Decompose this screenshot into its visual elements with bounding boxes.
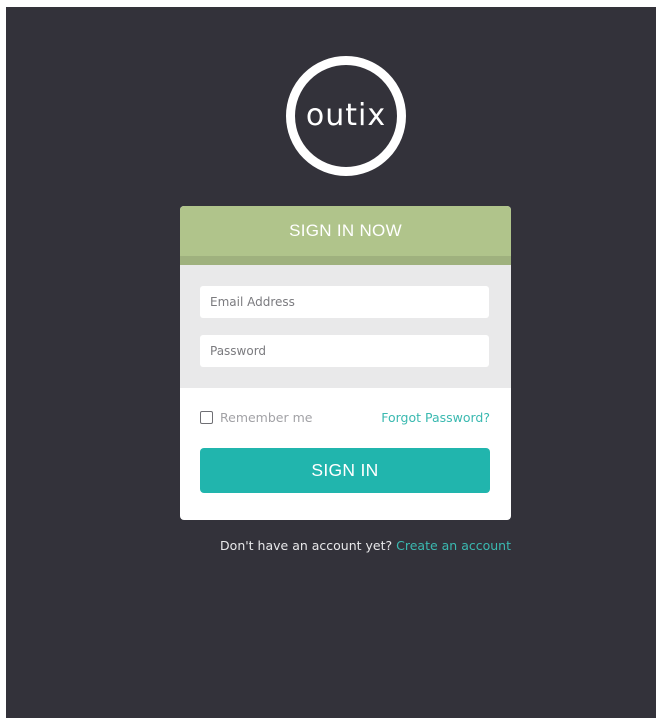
remember-me-checkbox[interactable]: [200, 411, 213, 424]
forgot-password-link[interactable]: Forgot Password?: [381, 410, 490, 425]
credential-fields: [180, 265, 511, 388]
outix-logo: outix: [286, 56, 406, 176]
sign-in-card: SIGN IN NOW Remember me Forgot Password?…: [180, 206, 511, 520]
create-account-link[interactable]: Create an account: [396, 538, 511, 553]
card-title: SIGN IN NOW: [289, 221, 402, 240]
remember-me-label: Remember me: [220, 410, 313, 425]
page-background: outix SIGN IN NOW Remember me Forgot Pas…: [6, 7, 656, 718]
password-field[interactable]: [200, 335, 489, 367]
logo-text: outix: [305, 97, 387, 133]
create-account-prompt: Don't have an account yet? Create an acc…: [180, 538, 511, 553]
email-field[interactable]: [200, 286, 489, 318]
sign-in-options: Remember me Forgot Password?: [180, 388, 511, 448]
no-account-text: Don't have an account yet?: [220, 538, 397, 553]
remember-me-toggle[interactable]: Remember me: [200, 410, 312, 425]
sign-in-button[interactable]: SIGN IN: [200, 448, 490, 493]
card-header: SIGN IN NOW: [180, 206, 511, 265]
